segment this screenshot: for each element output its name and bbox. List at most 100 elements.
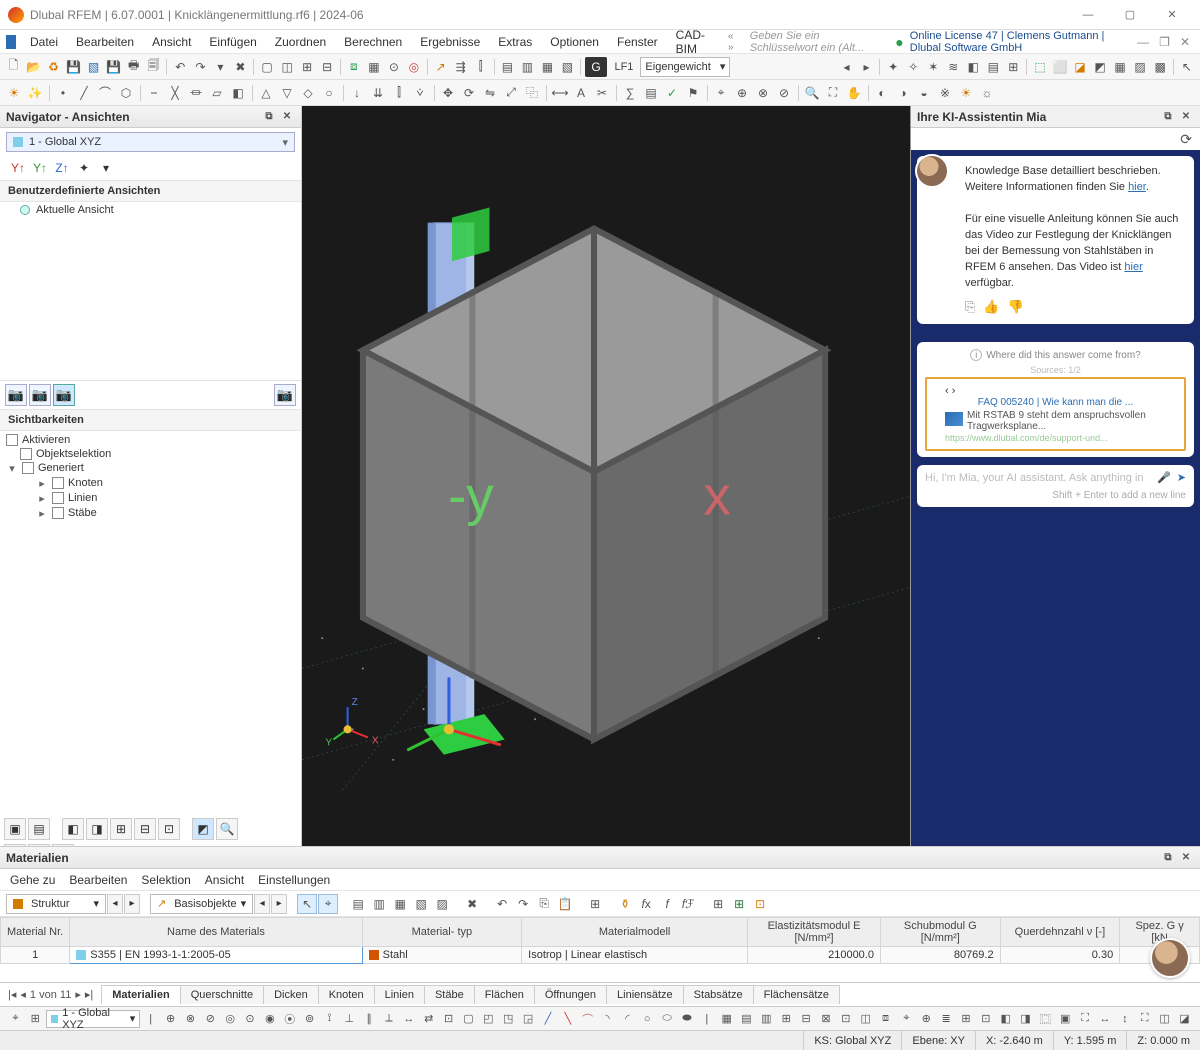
t2-poly-icon[interactable]: ⬡ (116, 83, 136, 103)
chat-close-icon[interactable]: ✕ (1178, 109, 1194, 125)
sb-e10[interactable]: ⛶ (1076, 1010, 1095, 1028)
row-objsel[interactable]: Objektselektion (6, 447, 295, 461)
expand-icon[interactable]: ▾ (6, 462, 18, 475)
mat-b2-icon[interactable]: ▥ (369, 894, 389, 914)
t2-fit-icon[interactable]: ⛶ (823, 83, 843, 103)
tab-flaechensaetze[interactable]: Flächensätze (753, 985, 840, 1004)
calc1-icon[interactable]: ▤ (498, 57, 517, 77)
res3-icon[interactable]: ✶ (924, 57, 943, 77)
view-combo[interactable]: 1 - Global XYZ▾ (6, 132, 295, 152)
mat-close-icon[interactable]: ✕ (1178, 850, 1194, 866)
col-model[interactable]: Materialmodell (522, 918, 748, 947)
sb-32[interactable]: ⊟ (797, 1010, 816, 1028)
t2-pan-icon[interactable]: ✋ (844, 83, 864, 103)
t2-check-icon[interactable]: ✓ (662, 83, 682, 103)
src-next-icon[interactable]: › (952, 385, 956, 397)
menu-results[interactable]: Ergebnisse (412, 33, 488, 51)
cancel-icon[interactable]: ✖ (231, 57, 250, 77)
t2-line-icon[interactable]: ╱ (74, 83, 94, 103)
tab-staebe[interactable]: Stäbe (424, 985, 475, 1004)
sb-18[interactable]: ◳ (499, 1010, 518, 1028)
block-icon[interactable]: ▧ (84, 57, 103, 77)
window3-icon[interactable]: ⊞ (298, 57, 317, 77)
mat-select-icon[interactable]: ↖ (297, 894, 317, 914)
prev-lc-icon[interactable]: ◂ (837, 57, 856, 77)
panel-pin-icon[interactable]: ⧉ (261, 109, 277, 125)
sb-grid-icon[interactable]: ⊞ (26, 1010, 45, 1028)
t2-move-icon[interactable]: ✥ (438, 83, 458, 103)
mat-export-icon[interactable]: ⊡ (750, 894, 770, 914)
cell-nr[interactable]: 1 (1, 947, 70, 964)
view-x-icon[interactable]: ▩ (1151, 57, 1170, 77)
menu-cadbim[interactable]: CAD-BIM (668, 26, 720, 58)
video-link[interactable]: hier (1124, 261, 1142, 273)
menu-file[interactable]: Datei (22, 33, 66, 51)
calc3-icon[interactable]: ▦ (538, 57, 557, 77)
kb-link[interactable]: hier (1128, 181, 1146, 193)
snap-icon[interactable]: ⊙ (384, 57, 403, 77)
t2-dim-icon[interactable]: ⟷ (550, 83, 570, 103)
cam-delete-icon[interactable]: 📷 (274, 384, 296, 406)
window1-icon[interactable]: ▢ (258, 57, 277, 77)
mat-fn2-icon[interactable]: fℱ (678, 894, 698, 914)
t2-sup1-icon[interactable]: △ (256, 83, 276, 103)
sb-28[interactable]: ▦ (717, 1010, 736, 1028)
t2-vis1-icon[interactable]: ◐ (872, 83, 892, 103)
chat-input[interactable]: Hi, I'm Mia, your AI assistant. Ask anyt… (925, 472, 1151, 484)
sb-25[interactable]: ○ (638, 1010, 657, 1028)
menu-view[interactable]: Ansicht (144, 33, 199, 51)
sb-7[interactable]: ⦿ (280, 1010, 299, 1028)
cell-e[interactable]: 210000.0 (748, 947, 881, 964)
cb-gen-icon[interactable] (22, 462, 34, 474)
mat-copy-icon[interactable]: ⎘ (534, 894, 554, 914)
row-generated[interactable]: ▾Generiert (6, 461, 295, 476)
mat-combo-struktur[interactable]: Struktur▾ (6, 894, 106, 914)
layers-icon[interactable]: ⧈ (344, 57, 363, 77)
page-first-icon[interactable]: |◂ (8, 988, 16, 1001)
res5-icon[interactable]: ◧ (964, 57, 983, 77)
mat-menu-goto[interactable]: Gehe zu (10, 873, 55, 887)
t2-solid-icon[interactable]: ◧ (228, 83, 248, 103)
window2-icon[interactable]: ◫ (278, 57, 297, 77)
recycle-icon[interactable]: ♻ (44, 57, 63, 77)
res6-icon[interactable]: ▤ (984, 57, 1003, 77)
mat-combo-basis[interactable]: ↗Basisobjekte▾ (150, 894, 253, 914)
mat-del-icon[interactable]: ✖ (462, 894, 482, 914)
sb-e15[interactable]: ◪ (1175, 1010, 1194, 1028)
mat-find-icon[interactable]: ⌖ (318, 894, 338, 914)
view-solid-icon[interactable]: ◩ (1091, 57, 1110, 77)
sb-11[interactable]: ∥ (360, 1010, 379, 1028)
axis-iso-icon[interactable]: ✦ (74, 158, 94, 178)
arrow-icon[interactable]: ↗ (431, 57, 450, 77)
sb-23[interactable]: ◝ (598, 1010, 617, 1028)
mic-icon[interactable]: 🎤 (1157, 471, 1171, 484)
nb5-icon[interactable]: ⊞ (110, 818, 132, 840)
t2-rot-icon[interactable]: ⟳ (459, 83, 479, 103)
cell-name[interactable]: S355 | EN 1993-1-1:2005-05 (70, 947, 362, 964)
page-last-icon[interactable]: ▸| (85, 988, 93, 1001)
chat-pin-icon[interactable]: ⧉ (1160, 109, 1176, 125)
grid-icon[interactable]: ▦ (364, 57, 383, 77)
window4-icon[interactable]: ⊟ (318, 57, 337, 77)
expand-m-icon[interactable]: ▸ (36, 507, 48, 520)
redo-icon[interactable]: ↷ (191, 57, 210, 77)
t2-load3-icon[interactable]: ⫿ (389, 83, 409, 103)
t2-copy-icon[interactable]: ⿻ (522, 83, 542, 103)
source-card[interactable]: ‹ › FAQ 005240 | Wie kann man die ... Mi… (925, 377, 1186, 451)
cb-objsel-icon[interactable] (20, 448, 32, 460)
res1-icon[interactable]: ✦ (884, 57, 903, 77)
t2-sup2-icon[interactable]: ▽ (277, 83, 297, 103)
open-icon[interactable]: 📂 (24, 57, 43, 77)
nb3-icon[interactable]: ◧ (62, 818, 84, 840)
mat-filter-icon[interactable]: ⚱ (615, 894, 635, 914)
sb-e6[interactable]: ◧ (996, 1010, 1015, 1028)
sb-30[interactable]: ▥ (757, 1010, 776, 1028)
t2-surf-icon[interactable]: ▱ (207, 83, 227, 103)
search-expand-icon[interactable]: « » (724, 31, 742, 53)
sb-34[interactable]: ⊡ (836, 1010, 855, 1028)
t2-vis6-icon[interactable]: ☼ (977, 83, 997, 103)
arrows-icon[interactable]: ⇶ (451, 57, 470, 77)
sb-e1[interactable]: ⌖ (897, 1010, 916, 1028)
sb-e5[interactable]: ⊡ (976, 1010, 995, 1028)
app-menu-icon[interactable] (6, 35, 16, 49)
